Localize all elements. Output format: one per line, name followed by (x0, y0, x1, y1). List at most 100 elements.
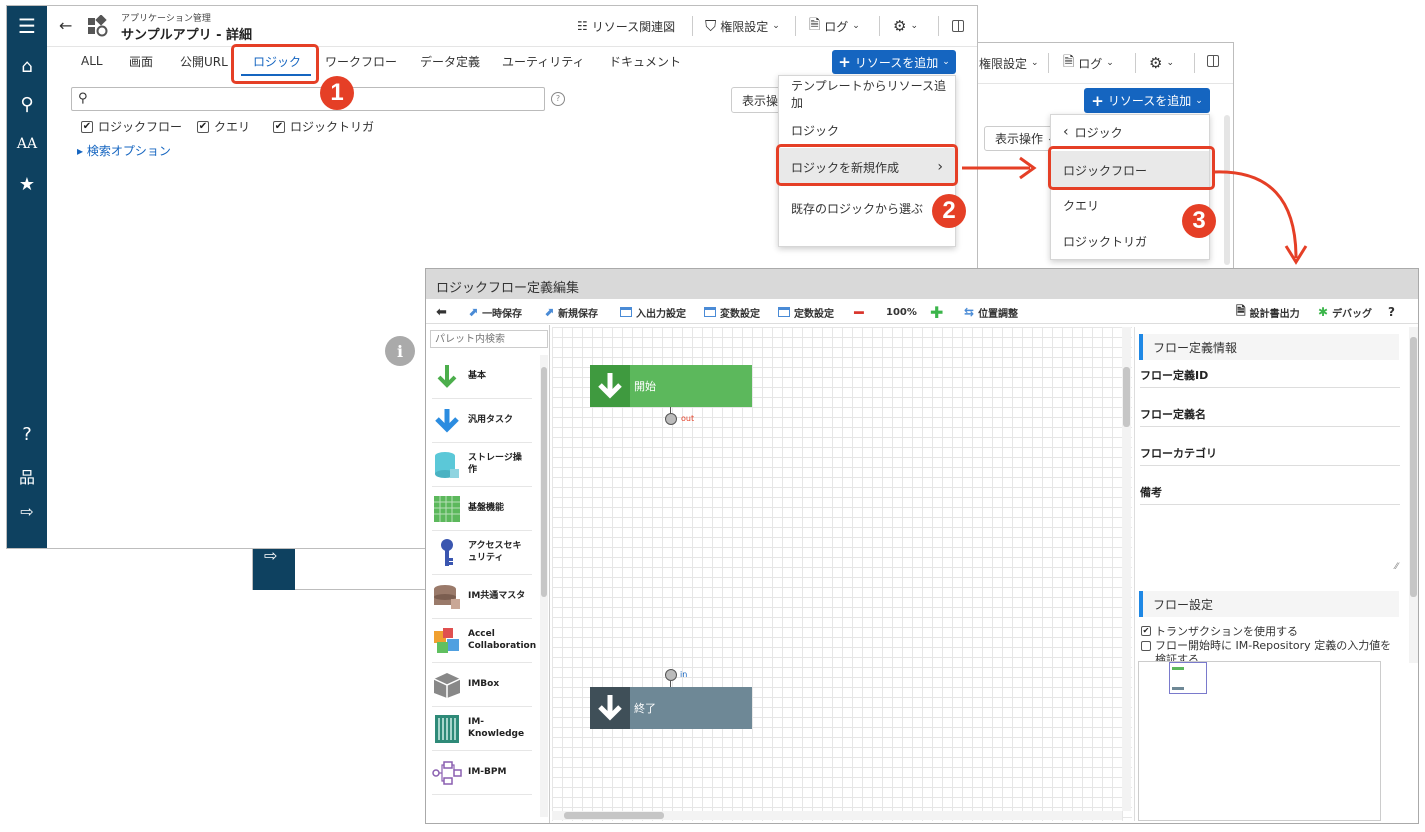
tab-utility[interactable]: ユーティリティ (502, 46, 585, 76)
validate-checkbox[interactable]: フロー開始時に IM-Repository 定義の入力値を検証する (1141, 639, 1399, 661)
panel-toggle-icon[interactable] (1207, 55, 1219, 67)
flow-info-section-header: フロー定義情報 (1139, 334, 1399, 360)
divider (879, 16, 880, 36)
filter-query[interactable]: ✔ クエリ (197, 118, 250, 135)
search-input[interactable]: ⚲ (71, 87, 545, 111)
save-icon: ⬈ (544, 305, 555, 319)
palette-item-im-knowledge[interactable]: IM-Knowledge (432, 707, 532, 751)
back-log-button[interactable]: 🗎 ログ ⌄ (1063, 43, 1114, 83)
var-settings-button[interactable]: 変数設定 (704, 300, 760, 324)
bookshelf-icon (432, 714, 462, 744)
chevron-left-icon: ‹ (1063, 124, 1069, 140)
menu-icon[interactable]: ☰ (7, 14, 47, 38)
palette-item-im-master[interactable]: IM共通マスタ (432, 575, 532, 619)
const-settings-button[interactable]: 定数設定 (778, 300, 834, 324)
palette-search-input[interactable] (430, 330, 548, 348)
palette: 基本 汎用タスク ストレージ操作 基盤機能 アクセスセキュリティ IM共通マスタ… (426, 325, 550, 823)
tab-data-definition[interactable]: データ定義 (420, 46, 480, 76)
debug-button[interactable]: ✱ デバッグ (1318, 300, 1372, 324)
palette-item-access-security[interactable]: アクセスセキュリティ (432, 531, 532, 575)
minimap[interactable] (1138, 661, 1381, 821)
palette-scrollbar[interactable] (540, 355, 548, 817)
transaction-checkbox[interactable]: ✔ トランザクションを使用する (1141, 623, 1298, 639)
permissions-label: 権限設定 (720, 19, 769, 34)
resource-map-label: リソース関連図 (591, 19, 676, 34)
back-arrow-icon[interactable]: ⬅ (436, 300, 447, 324)
breadcrumb[interactable]: アプリケーション管理 (121, 11, 211, 24)
palette-item-general-task[interactable]: 汎用タスク (432, 399, 532, 443)
resource-map-button[interactable]: ☷ リソース関連図 (577, 6, 675, 46)
submenu-back-item[interactable]: ‹ ロジック (1051, 115, 1209, 149)
info-icon[interactable]: i (385, 336, 415, 366)
search-icon[interactable]: ⚲ (7, 94, 47, 115)
io-settings-button[interactable]: 入出力設定 (620, 300, 686, 324)
palette-item-label: 基盤機能 (468, 502, 505, 513)
sitemap-icon[interactable]: 品 (7, 464, 47, 488)
search-options-link[interactable]: ▸ 検索オプション (77, 142, 171, 159)
database-icon (432, 450, 462, 480)
palette-item-label: 汎用タスク (468, 414, 514, 425)
permissions-button[interactable]: ⛉ 権限設定 ⌄ (705, 6, 780, 46)
palette-item-platform[interactable]: 基盤機能 (432, 487, 532, 531)
divider (692, 16, 693, 36)
tab-all[interactable]: ALL (81, 46, 103, 76)
validate-label: フロー開始時に IM-Repository 定義の入力値を検証する (1155, 639, 1392, 661)
menu-item-template[interactable]: テンプレートからリソース追加 (779, 76, 955, 112)
flow-canvas[interactable]: 開始 out in 終了 (552, 327, 1132, 821)
home-icon[interactable]: ⌂ (7, 56, 47, 77)
palette-item-im-bpm[interactable]: IM-BPM (432, 751, 532, 795)
output-port[interactable] (665, 413, 677, 425)
checkbox-checked-icon: ✔ (1141, 626, 1151, 636)
palette-item-accel-collaboration[interactable]: Accel Collaboration (432, 619, 536, 663)
new-save-button[interactable]: ⬈ 新規保存 (544, 300, 598, 324)
log-button[interactable]: 🗎 ログ ⌄ (809, 6, 860, 46)
settings-button[interactable]: ⚙ ⌄ (893, 6, 918, 46)
position-adjust-button[interactable]: ⇆ 位置調整 (964, 300, 1018, 324)
filter-logic-trigger[interactable]: ✔ ロジックトリガ (273, 118, 374, 135)
panel-scrollbar[interactable] (1409, 327, 1418, 663)
canvas-horizontal-scrollbar[interactable] (552, 811, 1122, 820)
help-button[interactable]: ? (1388, 300, 1395, 324)
font-size-icon[interactable]: AA (7, 136, 47, 152)
tab-document[interactable]: ドキュメント (609, 46, 681, 76)
canvas-vertical-scrollbar[interactable] (1122, 327, 1131, 811)
temp-save-button[interactable]: ⬈ 一時保存 (468, 300, 522, 324)
logout-icon[interactable]: ⇨ (7, 502, 47, 521)
back-permissions-button[interactable]: 権限設定 ⌄ (979, 43, 1039, 83)
palette-item-storage[interactable]: ストレージ操作 (432, 443, 532, 487)
resize-handle-icon: ⁄⁄ (1394, 562, 1398, 572)
zoom-out-icon[interactable]: ━ (854, 300, 864, 324)
add-resource-button[interactable]: + リソースを追加 ⌄ (832, 50, 956, 74)
input-port[interactable] (665, 669, 677, 681)
star-icon[interactable]: ★ (7, 174, 47, 195)
process-icon (432, 758, 462, 788)
menu-item-existing-logic[interactable]: 既存のロジックから選ぶ (779, 186, 955, 230)
zoom-in-icon[interactable]: ✚ (930, 300, 943, 324)
io-settings-label: 入出力設定 (636, 308, 686, 320)
back-arrow-icon[interactable]: ← (59, 16, 72, 35)
tab-screen[interactable]: 画面 (129, 46, 153, 76)
tab-public-url[interactable]: 公開URL (180, 46, 228, 76)
back-settings-button[interactable]: ⚙ ⌄ (1149, 43, 1174, 83)
chat-help-icon[interactable]: ? (551, 92, 565, 106)
new-save-label: 新規保存 (558, 308, 599, 320)
minimap-viewport[interactable] (1169, 662, 1207, 694)
palette-item-basic[interactable]: 基本 (432, 355, 532, 399)
arrow-icon (1213, 170, 1308, 265)
palette-item-label: IM-Knowledge (468, 717, 525, 739)
var-settings-label: 変数設定 (720, 308, 760, 320)
tab-workflow[interactable]: ワークフロー (325, 46, 397, 76)
page-title: サンプルアプリ - 詳細 (121, 28, 253, 43)
window-icon (778, 307, 790, 317)
notes-textarea[interactable]: ⁄⁄ (1140, 502, 1400, 572)
filter-logic-flow[interactable]: ✔ ロジックフロー (81, 118, 182, 135)
panel-toggle-icon[interactable] (952, 20, 964, 32)
start-node[interactable]: 開始 (590, 365, 752, 407)
diagram-icon: ☷ (577, 19, 588, 33)
spec-output-label: 設計書出力 (1249, 308, 1300, 320)
spec-output-button[interactable]: 🗎 設計書出力 (1236, 300, 1300, 324)
end-node[interactable]: 終了 (590, 687, 752, 729)
help-icon[interactable]: ? (7, 424, 47, 445)
back-add-resource-button[interactable]: + リソースを追加 ⌄ (1084, 88, 1210, 113)
palette-item-imbox[interactable]: IMBox (432, 663, 532, 707)
